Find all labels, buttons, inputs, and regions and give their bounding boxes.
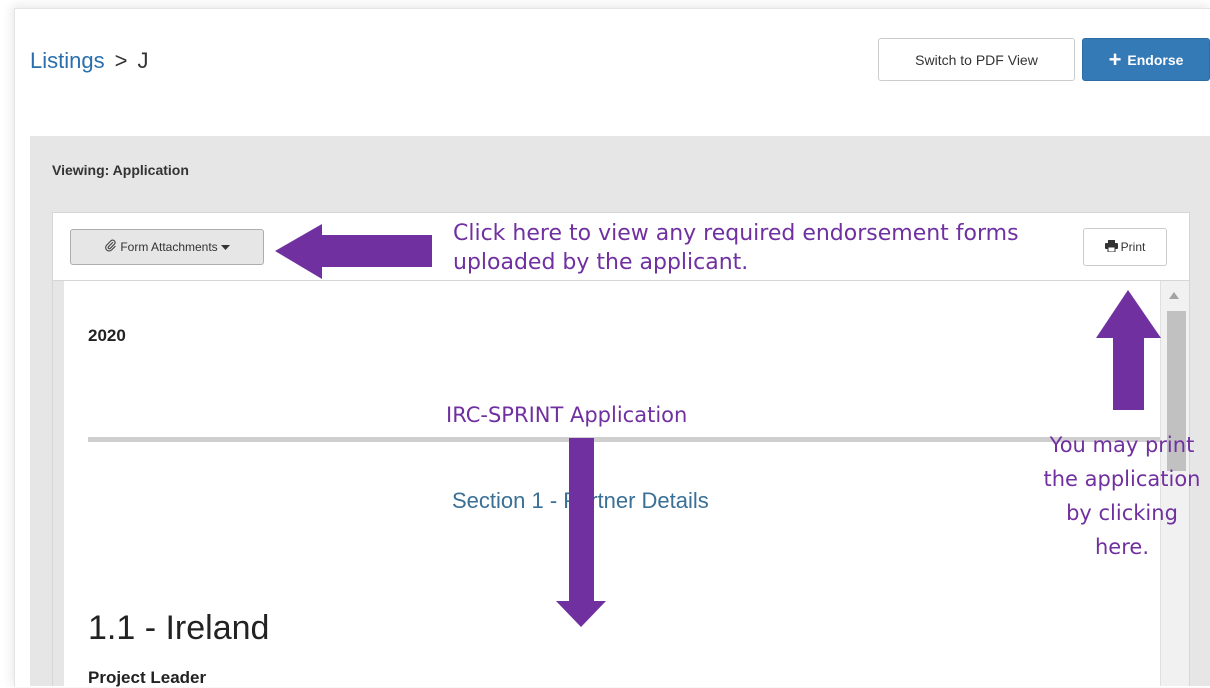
down-arrow-icon: [556, 438, 606, 627]
attachments-annotation: Click here to view any required endorsem…: [453, 221, 1019, 275]
left-arrow-icon: [275, 224, 432, 279]
application-annotation: IRC-SPRINT Application: [446, 403, 688, 427]
up-arrow-icon: [1096, 290, 1161, 410]
print-annotation: You may print the application by clickin…: [1043, 433, 1201, 559]
annotation-arrows: [275, 224, 1161, 627]
